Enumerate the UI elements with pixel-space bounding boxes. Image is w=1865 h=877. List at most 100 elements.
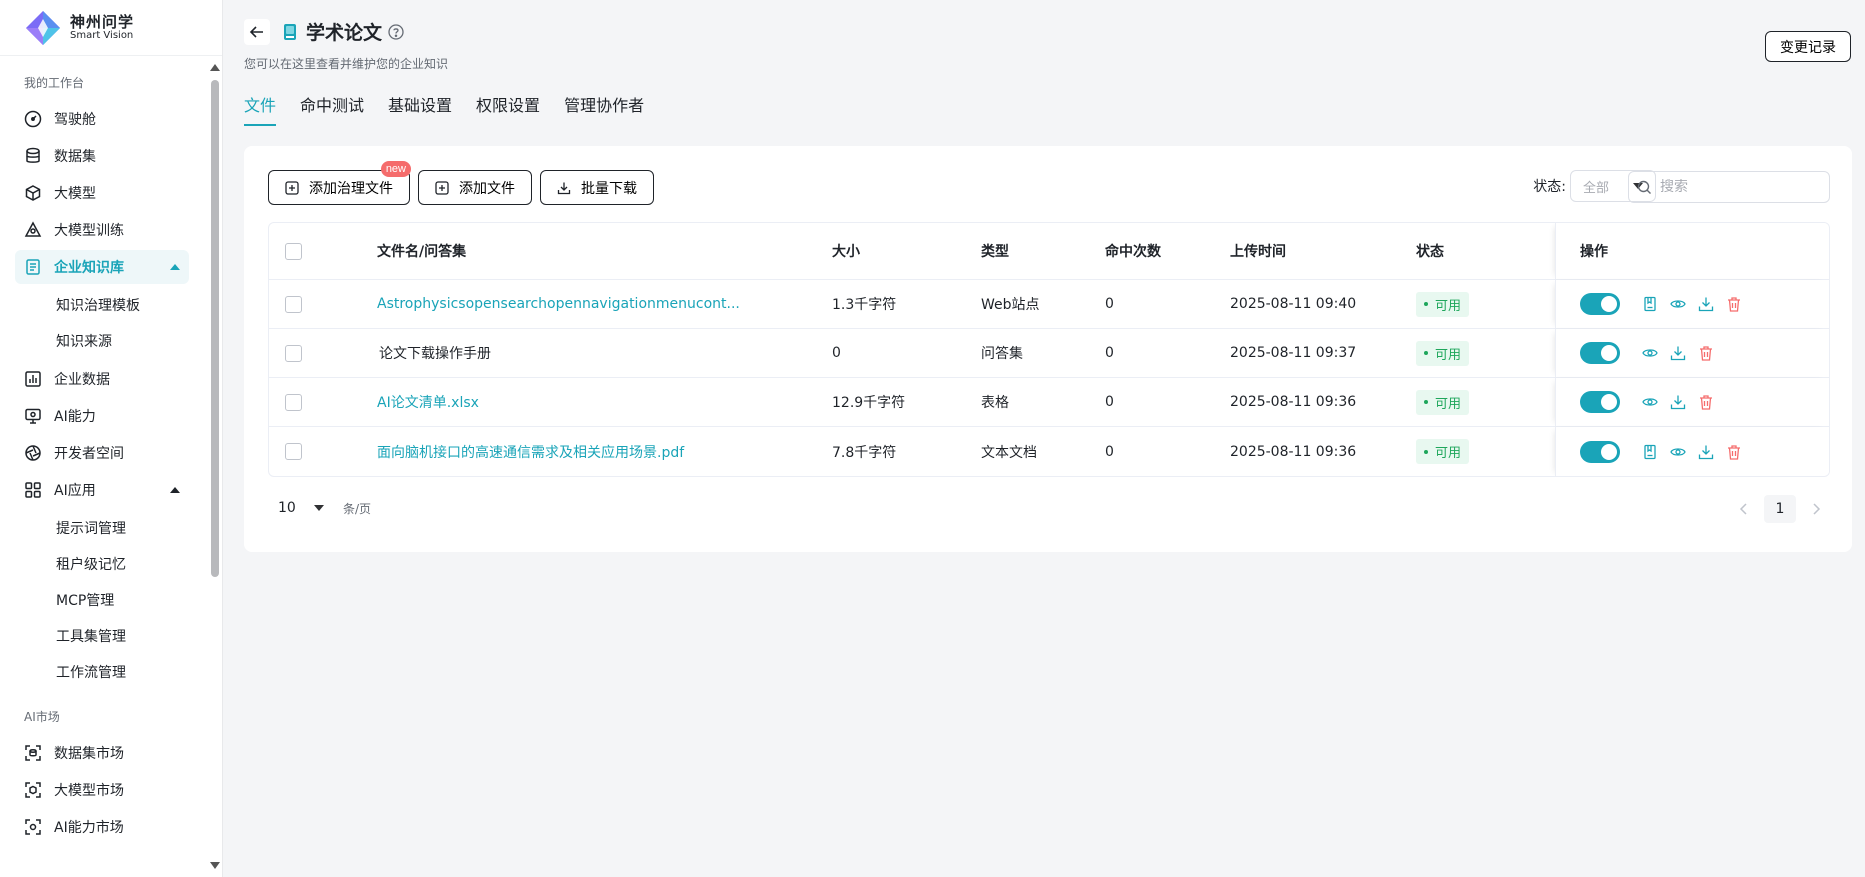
select-all-checkbox[interactable]	[285, 242, 302, 260]
row-checkbox[interactable]	[285, 295, 302, 313]
change-history-button[interactable]: 变更记录	[1765, 31, 1851, 62]
chevron-up-icon	[170, 264, 180, 270]
sidebar-subitem-governance-template[interactable]: 知识治理模板	[15, 287, 189, 323]
sidebar-item-label: AI能力市场	[54, 820, 124, 836]
upload-time: 2025-08-11 09:40	[1230, 296, 1357, 312]
toolbar: 添加治理文件 new 添加文件 批量下载	[268, 161, 662, 205]
sidebar-item-knowledge-base[interactable]: 企业知识库	[15, 250, 189, 284]
chevron-left-icon	[1739, 503, 1747, 515]
row-checkbox[interactable]	[285, 344, 302, 362]
brand-name-cn: 神州问学	[70, 12, 135, 31]
sidebar-item-developer-space[interactable]: 开发者空间	[15, 436, 189, 470]
row-checkbox[interactable]	[285, 393, 302, 411]
book-open-icon[interactable]	[1642, 444, 1658, 460]
plus-square-icon	[285, 180, 299, 195]
sidebar-item-llm-market[interactable]: 大模型市场	[15, 773, 189, 807]
add-governed-file-button[interactable]: 添加治理文件 new	[268, 161, 411, 205]
file-type: 文本文档	[981, 444, 1037, 461]
scroll-down-icon[interactable]	[210, 862, 220, 869]
eye-icon[interactable]	[1670, 444, 1686, 460]
download-icon[interactable]	[1670, 345, 1686, 361]
tab-manage-collaborators[interactable]: 管理协作者	[564, 92, 644, 126]
batch-download-button[interactable]: 批量下载	[540, 170, 654, 205]
button-label: 添加文件	[459, 179, 515, 196]
enable-toggle[interactable]	[1580, 440, 1620, 463]
add-file-button[interactable]: 添加文件	[418, 170, 532, 205]
file-size: 12.9千字符	[832, 395, 906, 411]
sidebar-item-llm[interactable]: 大模型	[15, 176, 189, 210]
next-page-button[interactable]	[1802, 495, 1830, 523]
tab-hit-test[interactable]: 命中测试	[300, 92, 364, 126]
eye-icon[interactable]	[1642, 345, 1658, 361]
sidebar-scrollbar[interactable]	[208, 62, 220, 871]
download-icon[interactable]	[1698, 444, 1714, 460]
sidebar-item-enterprise-data[interactable]: 企业数据	[15, 362, 189, 396]
delete-icon[interactable]	[1726, 296, 1742, 312]
eye-icon[interactable]	[1670, 296, 1686, 312]
prev-page-button[interactable]	[1730, 495, 1758, 523]
book-open-icon[interactable]	[1642, 296, 1658, 312]
sidebar-subitem-workflow-management[interactable]: 工作流管理	[15, 654, 189, 690]
back-button[interactable]	[244, 18, 270, 45]
sidebar: 神州问学 Smart Vision 我的工作台 驾驶舱 数据集 大模型 大模型训…	[0, 0, 223, 877]
page-number-current[interactable]: 1	[1764, 495, 1796, 523]
sidebar-item-label: 大模型训练	[54, 223, 124, 239]
sidebar-nav: 我的工作台 驾驶舱 数据集 大模型 大模型训练 企业知识库 知识治理模板 知识来…	[0, 56, 204, 877]
sidebar-item-llm-training[interactable]: 大模型训练	[15, 213, 189, 247]
download-icon[interactable]	[1698, 296, 1714, 312]
sidebar-subitem-mcp-management[interactable]: MCP管理	[15, 582, 189, 618]
delete-icon[interactable]	[1698, 345, 1714, 361]
search-box	[1628, 171, 1830, 203]
eye-icon[interactable]	[1642, 394, 1658, 410]
scroll-up-icon[interactable]	[210, 64, 220, 71]
column-header-hits: 命中次数	[1105, 244, 1161, 260]
row-actions	[1555, 378, 1829, 426]
tab-basic-settings[interactable]: 基础设置	[388, 92, 452, 126]
sidebar-subitem-prompt-management[interactable]: 提示词管理	[15, 510, 189, 546]
file-name[interactable]: 论文下载操作手册	[377, 343, 832, 363]
sidebar-item-dataset-market[interactable]: 数据集市场	[15, 736, 189, 770]
help-icon[interactable]	[388, 23, 404, 40]
sidebar-subitem-tenant-memory[interactable]: 租户级记忆	[15, 546, 189, 582]
tab-files[interactable]: 文件	[244, 92, 277, 126]
sidebar-item-dataset[interactable]: 数据集	[15, 139, 189, 173]
row-checkbox[interactable]	[285, 443, 302, 460]
enable-toggle[interactable]	[1580, 342, 1620, 364]
column-header-actions: 操作	[1555, 223, 1829, 279]
sidebar-item-ai-capability[interactable]: AI能力	[15, 399, 189, 433]
status-badge: 可用	[1416, 340, 1470, 366]
chevron-up-icon	[170, 487, 180, 493]
scan-monitor-icon	[24, 818, 42, 836]
tab-permission-settings[interactable]: 权限设置	[476, 92, 540, 126]
sidebar-item-cockpit[interactable]: 驾驶舱	[15, 102, 189, 136]
sidebar-item-ai-apps[interactable]: AI应用	[15, 473, 189, 507]
enable-toggle[interactable]	[1580, 391, 1620, 413]
enable-toggle[interactable]	[1580, 293, 1620, 315]
sidebar-item-ai-capability-market[interactable]: AI能力市场	[15, 810, 189, 844]
file-size: 1.3千字符	[832, 297, 897, 313]
status-filter-label: 状态:	[1533, 179, 1566, 195]
file-name-link[interactable]: AI论文清单.xlsx	[377, 392, 832, 412]
plus-square-icon	[435, 180, 449, 195]
download-icon[interactable]	[1670, 394, 1686, 410]
brand-logo[interactable]: 神州问学 Smart Vision	[0, 0, 222, 56]
sidebar-item-label: AI能力	[54, 409, 96, 425]
main-content: 学术论文 您可以在这里查看并维护您的企业知识 变更记录 文件 命中测试 基础设置…	[224, 0, 1865, 877]
file-name-link[interactable]: Astrophysicsopensearchopennavigationmenu…	[377, 296, 832, 312]
sidebar-item-label: 开发者空间	[54, 446, 124, 462]
page-header: 学术论文	[244, 18, 404, 45]
delete-icon[interactable]	[1698, 394, 1714, 410]
column-header-type: 类型	[981, 244, 1009, 260]
file-name-link[interactable]: 面向脑机接口的高速通信需求及相关应用场景.pdf	[377, 442, 832, 462]
sidebar-subitem-toolset-management[interactable]: 工具集管理	[15, 618, 189, 654]
search-input[interactable]	[1660, 179, 1820, 195]
table-header-row: 文件名/问答集 大小 类型 命中次数 上传时间 状态 操作	[269, 223, 1829, 280]
file-type: Web站点	[981, 297, 1040, 313]
page-size-select[interactable]: 10	[268, 493, 334, 523]
delete-icon[interactable]	[1726, 444, 1742, 460]
chevron-right-icon	[1813, 503, 1821, 515]
database-icon	[24, 147, 42, 165]
upload-time: 2025-08-11 09:37	[1230, 345, 1357, 361]
sidebar-subitem-knowledge-source[interactable]: 知识来源	[15, 323, 189, 359]
scrollbar-thumb[interactable]	[211, 80, 219, 577]
